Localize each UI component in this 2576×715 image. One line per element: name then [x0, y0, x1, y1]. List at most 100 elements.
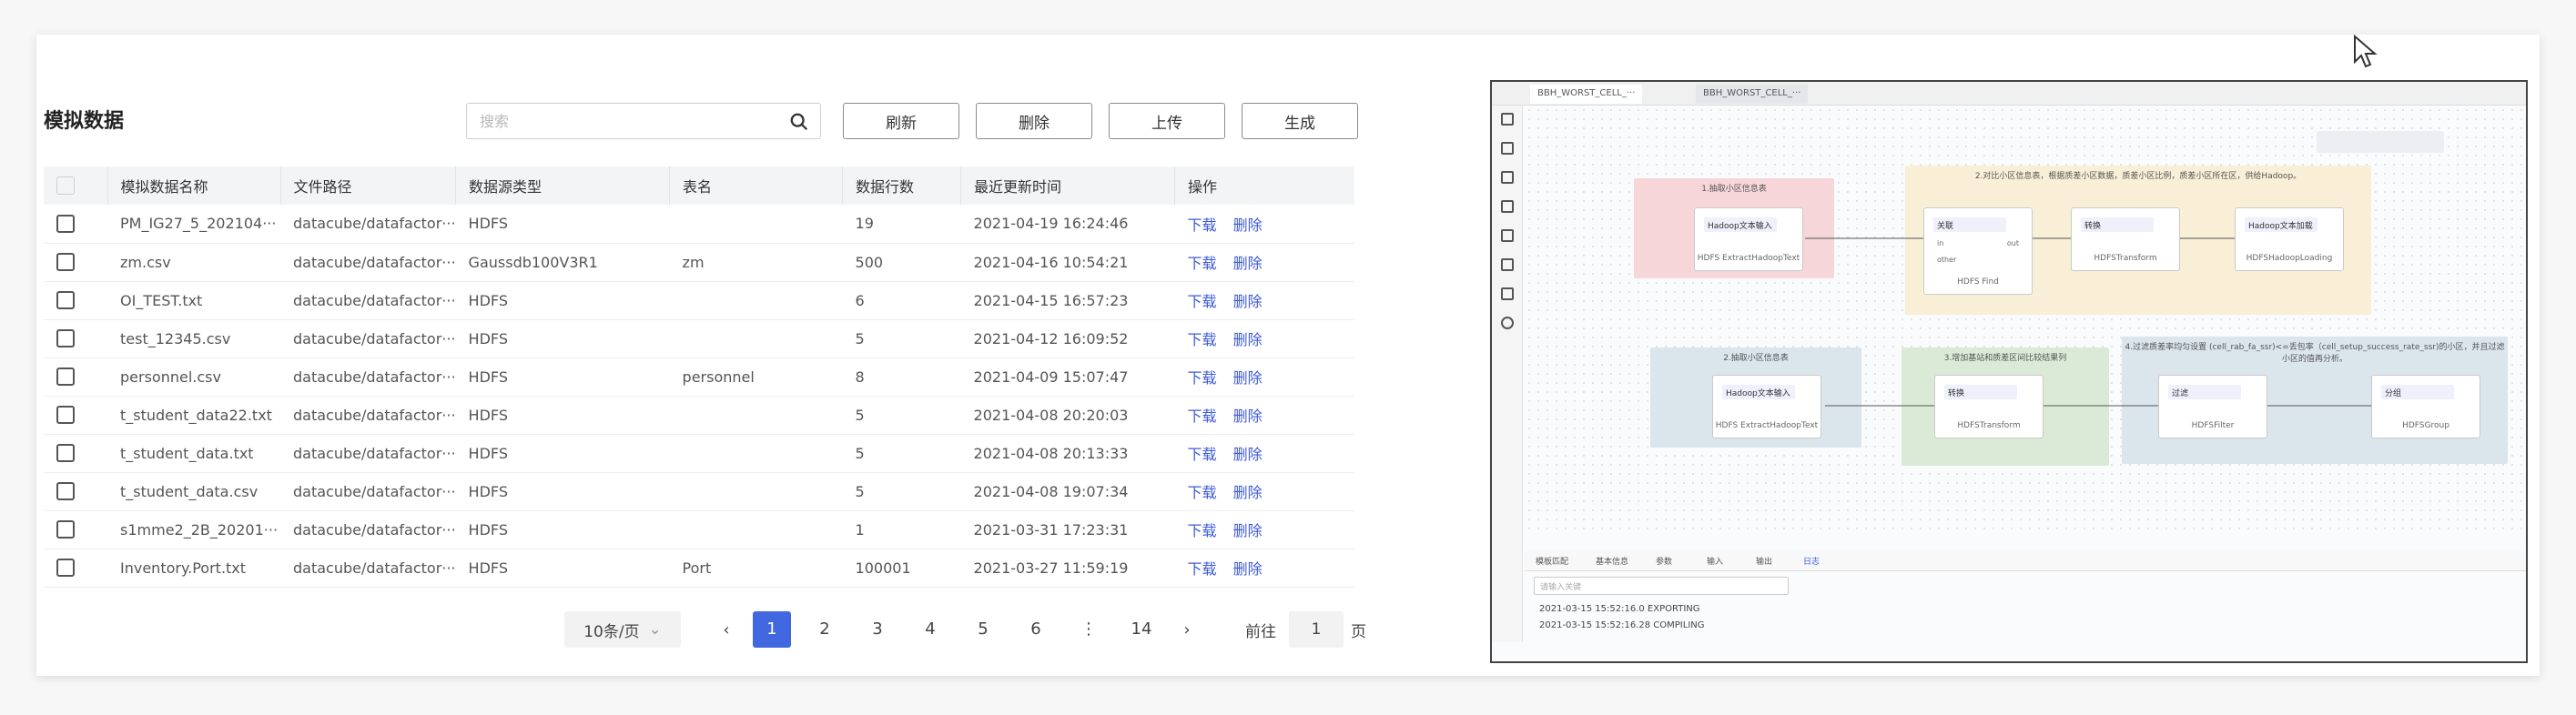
delete-button[interactable]: 删除: [976, 103, 1092, 139]
page-button[interactable]: 4: [911, 611, 949, 648]
bottom-tab-3[interactable]: 参数: [1656, 555, 1672, 567]
grid-icon[interactable]: [1501, 258, 1514, 271]
row-select-cell[interactable]: [44, 472, 107, 511]
node-group[interactable]: 分组 HDFSGroup: [2371, 375, 2480, 438]
page-button[interactable]: 6: [1017, 611, 1055, 648]
node-find-port-other: other: [1937, 256, 1957, 264]
table-row: Inventory.Port.txt datacube/datafactor···…: [44, 549, 1354, 588]
bottom-tabbar: 模板匹配 基本信息 参数 输入 输出 日志: [1525, 551, 2526, 571]
download-link[interactable]: 下载: [1188, 369, 1217, 387]
filter-icon[interactable]: [1501, 287, 1514, 300]
row-select-cell[interactable]: [44, 396, 107, 435]
refresh-button[interactable]: 刷新: [843, 103, 959, 139]
cell-type: HDFS: [455, 396, 670, 435]
history-icon[interactable]: [1501, 317, 1514, 329]
delete-link[interactable]: 删除: [1233, 369, 1263, 387]
cell-rows: 1: [842, 510, 961, 549]
row-select-cell[interactable]: [44, 205, 107, 244]
goto-input[interactable]: 1: [1289, 611, 1344, 648]
save-icon[interactable]: [1501, 113, 1514, 126]
search-input[interactable]: [467, 104, 767, 138]
row-select-cell[interactable]: [44, 434, 107, 473]
select-all-checkbox[interactable]: [56, 176, 75, 196]
row-checkbox[interactable]: [56, 444, 75, 463]
generate-button[interactable]: 生成: [1242, 103, 1358, 139]
editor-tab-1[interactable]: BBH_WORST_CELL_···: [1530, 85, 1643, 104]
download-link[interactable]: 下载: [1188, 446, 1217, 463]
node-extract-2[interactable]: Hadoop文本输入 HDFS ExtractHadoopText: [1712, 375, 1821, 438]
page-ellipsis[interactable]: ⋮: [1070, 611, 1108, 648]
cell-ops: 下载 删除: [1174, 434, 1354, 473]
row-checkbox[interactable]: [56, 406, 75, 425]
cell-name: OI_TEST.txt: [107, 281, 280, 320]
page-button[interactable]: 5: [964, 611, 1002, 648]
delete-link[interactable]: 删除: [1233, 522, 1263, 539]
cell-path: datacube/datafactor···: [280, 243, 456, 282]
delete-link[interactable]: 删除: [1233, 293, 1263, 310]
bottom-tab-1[interactable]: 模板匹配: [1536, 555, 1568, 567]
cell-table: [669, 396, 843, 435]
download-link[interactable]: 下载: [1188, 560, 1217, 578]
download-link[interactable]: 下载: [1188, 293, 1217, 310]
row-select-cell[interactable]: [44, 319, 107, 358]
row-checkbox[interactable]: [56, 368, 75, 387]
prev-page-button[interactable]: ‹: [707, 620, 745, 639]
bottom-tab-4[interactable]: 输入: [1707, 555, 1723, 567]
editor-tab-2[interactable]: BBH_WORST_CELL_···: [1696, 85, 1809, 104]
row-checkbox[interactable]: [56, 520, 75, 539]
delete-link[interactable]: 删除: [1233, 560, 1263, 578]
log-search-input[interactable]: 请输入关键: [1534, 577, 1789, 595]
tree-icon[interactable]: [1501, 142, 1514, 155]
workflow-canvas[interactable]: 1.抽取小区信息表 2.对比小区信息表，根据质差小区数据，质差小区比例，质差小区…: [1525, 106, 2526, 533]
delete-link[interactable]: 删除: [1233, 331, 1263, 348]
delete-link[interactable]: 删除: [1233, 255, 1263, 272]
row-select-cell[interactable]: [44, 243, 107, 282]
node-load[interactable]: Hadoop文本加载 HDFSHadoopLoading: [2235, 207, 2344, 271]
page-button[interactable]: 1: [753, 611, 791, 648]
node-load-name: HDFSHadoopLoading: [2246, 254, 2333, 263]
node-filter[interactable]: 过滤 HDFSFilter: [2158, 375, 2267, 438]
download-link[interactable]: 下载: [1188, 484, 1217, 501]
node-transform-2[interactable]: 转换 HDFSTransform: [1934, 375, 2044, 438]
delete-link[interactable]: 删除: [1233, 217, 1263, 234]
page-button[interactable]: 3: [858, 611, 897, 648]
download-link[interactable]: 下载: [1188, 522, 1217, 539]
bottom-tab-5[interactable]: 输出: [1756, 555, 1772, 567]
node-find[interactable]: 关联 in out other HDFS Find: [1923, 207, 2033, 295]
row-checkbox[interactable]: [56, 482, 75, 501]
bottom-tab-2[interactable]: 基本信息: [1596, 555, 1628, 567]
merge-icon[interactable]: [1501, 229, 1514, 242]
page-button[interactable]: 14: [1122, 611, 1161, 648]
row-checkbox[interactable]: [56, 329, 75, 348]
row-select-cell[interactable]: [44, 281, 107, 320]
table-icon[interactable]: [1501, 200, 1514, 213]
delete-link[interactable]: 删除: [1233, 446, 1263, 463]
row-select-cell[interactable]: [44, 358, 107, 397]
row-checkbox[interactable]: [56, 559, 75, 578]
download-link[interactable]: 下载: [1188, 255, 1217, 272]
next-page-button[interactable]: ›: [1168, 620, 1206, 639]
node-extract-1[interactable]: Hadoop文本输入 HDFS ExtractHadoopText: [1694, 207, 1803, 271]
search-box[interactable]: [466, 103, 821, 139]
search-icon[interactable]: [789, 112, 809, 132]
row-select-cell[interactable]: [44, 549, 107, 588]
row-checkbox[interactable]: [56, 215, 75, 233]
download-link[interactable]: 下载: [1188, 331, 1217, 348]
upload-button[interactable]: 上传: [1109, 103, 1225, 139]
bottom-tab-6[interactable]: 日志: [1803, 555, 1820, 567]
row-checkbox[interactable]: [56, 291, 75, 310]
row-select-cell[interactable]: [44, 510, 107, 549]
node-transform-1[interactable]: 转换 HDFSTransform: [2071, 207, 2180, 271]
cell-name: zm.csv: [107, 243, 280, 282]
cell-time: 2021-04-16 10:54:21: [960, 243, 1175, 282]
transform-icon[interactable]: [1501, 171, 1514, 184]
download-link[interactable]: 下载: [1188, 408, 1217, 425]
page-size-select[interactable]: 10条/页 ⌄: [564, 611, 681, 648]
col-type: 数据源类型: [455, 166, 671, 205]
select-all-cell[interactable]: [44, 166, 108, 205]
download-link[interactable]: 下载: [1188, 217, 1217, 234]
row-checkbox[interactable]: [56, 253, 75, 272]
delete-link[interactable]: 删除: [1233, 484, 1263, 501]
page-button[interactable]: 2: [806, 611, 844, 648]
delete-link[interactable]: 删除: [1233, 408, 1263, 425]
